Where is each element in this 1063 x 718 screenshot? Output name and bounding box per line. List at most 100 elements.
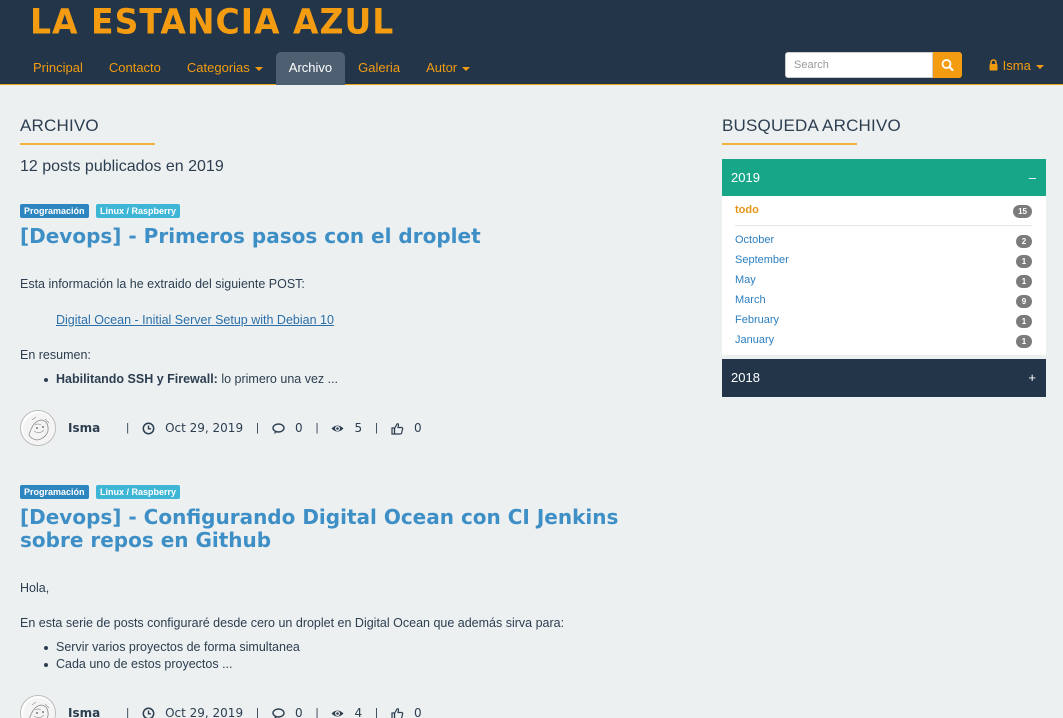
post-excerpt-bullet: Cada uno de estos proyectos ... (56, 657, 233, 671)
month-label: March (735, 294, 766, 306)
post-author[interactable]: Isma (68, 421, 100, 435)
post-title[interactable]: [Devops] - Configurando Digital Ocean co… (20, 506, 660, 552)
divider (735, 225, 1032, 226)
comment-icon (272, 422, 285, 434)
post-excerpt-link[interactable]: Digital Ocean - Initial Server Setup wit… (56, 313, 334, 327)
user-name: Isma (1002, 58, 1031, 73)
count-badge: 9 (1016, 295, 1032, 308)
separator: | (375, 422, 378, 434)
search-button[interactable] (933, 52, 962, 78)
view-count: 5 (354, 421, 363, 435)
archive-link-february[interactable]: February 1 (735, 312, 1032, 330)
post-author[interactable]: Isma (68, 706, 100, 718)
nav-galeria[interactable]: Galeria (345, 52, 413, 85)
month-label: October (735, 234, 775, 246)
tag-linux-raspberry[interactable]: Linux / Raspberry (96, 204, 181, 218)
caret-down-icon (254, 66, 263, 71)
collapse-icon: – (1028, 170, 1036, 185)
nav-contacto[interactable]: Contacto (96, 52, 174, 85)
post-meta: Isma | Oct 29, 2019 | 0 | 4 | 0 (20, 695, 422, 718)
avatar-sketch-icon (23, 413, 55, 445)
comment-count: 0 (294, 706, 303, 718)
separator: | (126, 422, 130, 434)
nav-principal[interactable]: Principal (20, 52, 96, 85)
post-count: 12 posts publicados en 2019 (20, 158, 224, 175)
count-badge: 2 (1016, 235, 1032, 248)
page-title: ARCHIVO (20, 116, 99, 135)
month-label: January (735, 334, 775, 346)
post-meta: Isma | Oct 29, 2019 | 0 | 5 | 0 (20, 410, 422, 446)
title-underline (20, 143, 155, 145)
search-input[interactable] (785, 52, 933, 78)
site-header: LA ESTANCIA AZUL Principal Contacto Cate… (0, 0, 1063, 85)
tag-programacion[interactable]: Programación (20, 485, 89, 499)
nav-autor-dropdown[interactable]: Autor (413, 52, 483, 85)
bullet-bold: Habilitando SSH y Firewall: (56, 372, 218, 386)
caret-down-icon (462, 66, 471, 71)
tag-programacion[interactable]: Programación (20, 204, 89, 218)
archive-link-january[interactable]: January 1 (735, 332, 1032, 350)
site-brand[interactable]: LA ESTANCIA AZUL (30, 1, 394, 42)
eye-icon (331, 425, 344, 431)
view-count: 4 (354, 706, 363, 718)
year-label: 2018 (731, 370, 760, 385)
separator: | (126, 707, 130, 718)
sidebar-title: BUSQUEDA ARCHIVO (722, 116, 901, 135)
main-nav: Principal Contacto Categorias Archivo Ga… (20, 52, 483, 85)
bullet-icon (44, 663, 48, 667)
bullet-icon (44, 646, 48, 650)
month-label: May (735, 274, 756, 286)
nav-label: Autor (426, 60, 458, 75)
archive-link-october[interactable]: October 2 (735, 232, 1032, 250)
post-title[interactable]: [Devops] - Primeros pasos con el droplet (20, 225, 660, 248)
nav-label: Categorias (186, 60, 250, 75)
bullet-rest: lo primero una vez ... (217, 372, 339, 386)
count-badge: 15 (1013, 205, 1032, 218)
post-excerpt-text: Esta información la he extraido del sigu… (20, 277, 305, 291)
count-badge: 1 (1016, 275, 1032, 288)
thumbs-up-icon[interactable] (391, 707, 404, 718)
separator: | (315, 422, 319, 434)
expand-icon: + (1028, 370, 1036, 385)
nav-label: Galeria (358, 60, 401, 75)
archive-year-2019-toggle[interactable]: 2019 – (722, 159, 1046, 197)
post-date: Oct 29, 2019 (165, 421, 244, 435)
like-count: 0 (413, 706, 422, 718)
avatar-sketch-icon (23, 698, 55, 718)
user-menu-dropdown[interactable]: Isma (988, 58, 1044, 73)
post-excerpt-bullet: Servir varios proyectos de forma simulta… (56, 640, 300, 654)
caret-down-icon (1035, 64, 1044, 69)
nav-label: Principal (33, 60, 83, 75)
archive-link-march[interactable]: March 9 (735, 292, 1032, 310)
avatar[interactable] (20, 410, 56, 446)
thumbs-up-icon[interactable] (391, 422, 404, 435)
archive-year-2018-toggle[interactable]: 2018 + (722, 359, 1046, 397)
archive-link-todo[interactable]: todo 15 (735, 202, 1032, 220)
separator: | (375, 707, 378, 718)
avatar[interactable] (20, 695, 56, 718)
separator: | (256, 422, 259, 434)
archive-year-2019-panel: todo 15 October 2 September 1 May 1 Marc… (722, 196, 1046, 355)
comment-count: 0 (294, 421, 303, 435)
archive-link-may[interactable]: May 1 (735, 272, 1032, 290)
separator: | (315, 707, 319, 718)
clock-icon (142, 422, 155, 434)
count-badge: 1 (1016, 315, 1032, 328)
lock-icon (989, 59, 998, 71)
bullet-icon (44, 378, 48, 382)
tag-linux-raspberry[interactable]: Linux / Raspberry (96, 485, 181, 499)
nav-label: Contacto (108, 60, 161, 75)
like-count: 0 (413, 421, 422, 435)
post-excerpt-bullet: Habilitando SSH y Firewall: lo primero u… (56, 372, 338, 386)
post-excerpt-text: En esta serie de posts configuraré desde… (20, 616, 565, 630)
month-label: February (735, 314, 780, 326)
comment-icon (272, 707, 285, 718)
nav-categorias-dropdown[interactable]: Categorias (174, 52, 276, 85)
archive-link-september[interactable]: September 1 (735, 252, 1032, 270)
nav-archivo[interactable]: Archivo (275, 52, 346, 85)
eye-icon (331, 710, 344, 716)
post-excerpt-text: En resumen: (20, 348, 91, 362)
month-label: todo (735, 204, 759, 216)
title-underline (722, 143, 857, 145)
nav-label: Archivo (288, 60, 333, 75)
